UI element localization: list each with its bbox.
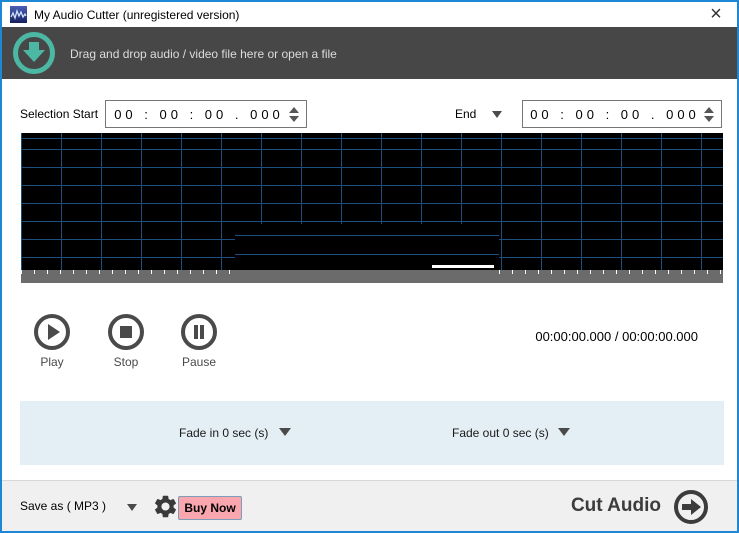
spin-up-icon[interactable]: [704, 106, 714, 113]
buy-now-button[interactable]: Buy Now: [178, 496, 242, 520]
close-icon[interactable]: ×: [705, 3, 727, 25]
stop-button[interactable]: Stop: [103, 313, 149, 369]
fade-in-dropdown-icon[interactable]: [279, 428, 291, 436]
spin-up-icon[interactable]: [289, 106, 299, 113]
waveform-gridline: [235, 254, 499, 255]
play-button[interactable]: Play: [29, 313, 75, 369]
playback-time-display: 00:00:00.000 / 00:00:00.000: [535, 329, 698, 344]
stop-label: Stop: [113, 355, 139, 369]
selection-end-label: End: [455, 107, 477, 121]
selection-start-spinner[interactable]: 00 : 00 : 00 . 000: [105, 100, 307, 128]
save-as-dropdown-icon[interactable]: [127, 504, 137, 511]
dropzone[interactable]: Drag and drop audio / video file here or…: [2, 27, 737, 79]
save-as-label[interactable]: Save as ( MP3 ): [20, 499, 106, 513]
pause-label: Pause: [181, 355, 217, 369]
title-bar: My Audio Cutter (unregistered version) ×: [2, 2, 737, 27]
fade-panel: Fade in 0 sec (s) Fade out 0 sec (s): [20, 401, 724, 465]
play-label: Play: [40, 355, 64, 369]
waveform-display[interactable]: [21, 133, 723, 270]
window-title: My Audio Cutter (unregistered version): [34, 8, 240, 22]
selection-end-value[interactable]: 00 : 00 : 00 . 000: [523, 107, 701, 122]
cut-audio-arrow-icon[interactable]: [673, 489, 709, 525]
waveform-channel-band: [235, 224, 499, 270]
selection-end-spin-buttons[interactable]: [701, 106, 717, 122]
pause-icon: [181, 314, 217, 350]
spin-down-icon[interactable]: [704, 115, 714, 122]
dropzone-message: Drag and drop audio / video file here or…: [70, 47, 337, 61]
app-window: My Audio Cutter (unregistered version) ×…: [0, 0, 739, 533]
open-file-download-icon[interactable]: [12, 31, 56, 75]
app-logo-icon: [10, 6, 27, 23]
stop-icon: [108, 314, 144, 350]
fade-in-label: Fade in 0 sec (s): [179, 426, 269, 440]
cut-audio-label[interactable]: Cut Audio: [571, 495, 661, 517]
footer-bar: Save as ( MP3 ) Buy Now Cut Audio: [2, 480, 737, 531]
waveform-scrollbar[interactable]: [21, 270, 723, 283]
settings-gear-icon[interactable]: [152, 493, 179, 520]
selection-end-spinner[interactable]: 00 : 00 : 00 . 000: [522, 100, 722, 128]
play-icon: [34, 314, 70, 350]
spin-down-icon[interactable]: [289, 115, 299, 122]
selection-start-spin-buttons[interactable]: [286, 106, 302, 122]
waveform-cursor-segment: [432, 265, 494, 268]
selection-start-label: Selection Start: [20, 107, 99, 121]
pause-button[interactable]: Pause: [176, 313, 222, 369]
fade-out-dropdown-icon[interactable]: [558, 428, 570, 436]
ruler-ticks: [21, 270, 235, 274]
waveform-gridline: [235, 235, 499, 236]
selection-start-value[interactable]: 00 : 00 : 00 . 000: [106, 107, 286, 122]
end-dropdown-icon[interactable]: [492, 111, 502, 118]
ruler-ticks: [499, 270, 723, 274]
fade-out-label: Fade out 0 sec (s): [452, 426, 549, 440]
